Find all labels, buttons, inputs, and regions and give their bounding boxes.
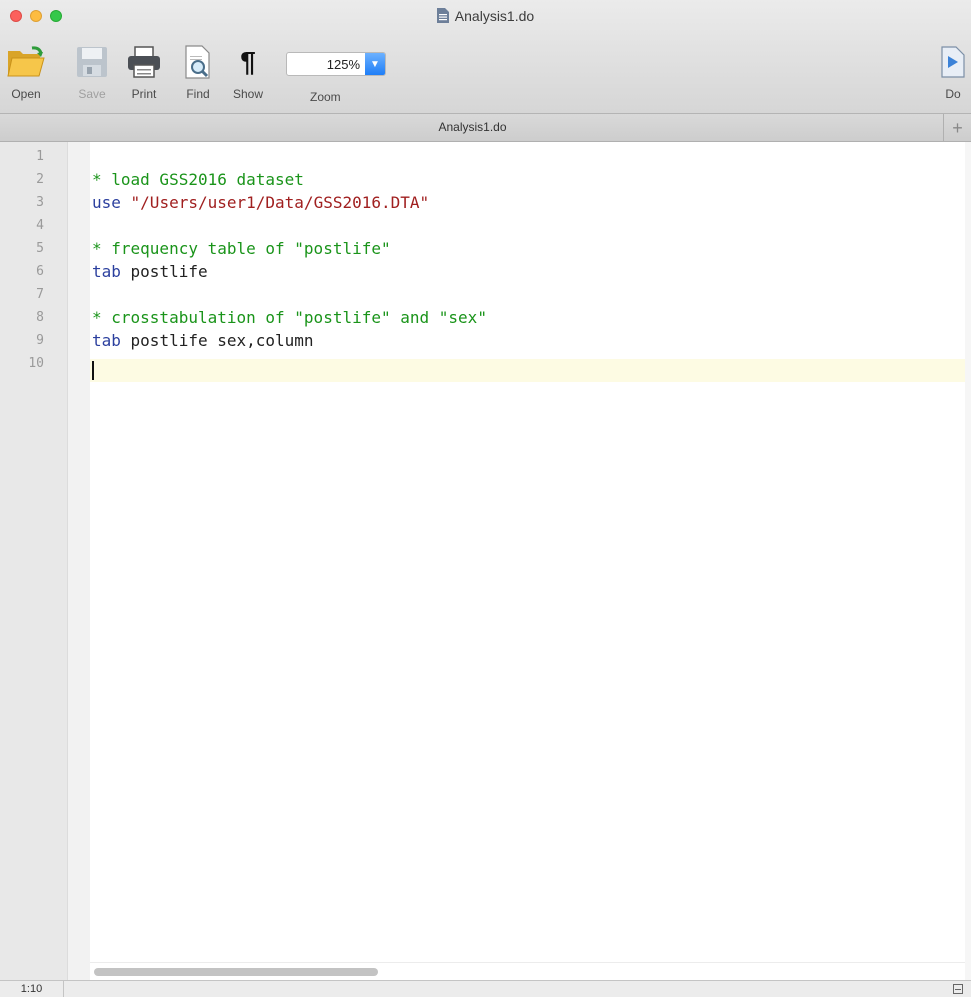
fold-margin: [68, 142, 90, 980]
split-view-icon[interactable]: [953, 984, 963, 994]
code-line-9[interactable]: tab postlife sex,column: [92, 330, 314, 351]
code-text: postlife sex,column: [120, 331, 314, 350]
line-number: 6: [36, 264, 44, 279]
open-label: Open: [11, 87, 41, 101]
line-number: 2: [36, 172, 44, 187]
show-button[interactable]: ¶ Show: [230, 38, 266, 102]
code-text: postlife: [120, 262, 208, 281]
status-bar: 1:10: [0, 980, 971, 997]
string-literal: "/Users/user1/Data/GSS2016.DTA": [120, 193, 430, 212]
line-number: 8: [36, 310, 44, 325]
open-folder-icon: [7, 46, 45, 77]
line-number: 10: [28, 356, 44, 371]
window-title: Analysis1.do: [0, 7, 971, 25]
vertical-scrollbar[interactable]: [965, 142, 971, 980]
zoom-label: Zoom: [310, 90, 341, 104]
current-line-highlight: [90, 359, 965, 382]
pilcrow-icon: ¶: [240, 46, 256, 77]
code-line-8[interactable]: * crosstabulation of "postlife" and "sex…: [92, 307, 487, 328]
find-magnifier-icon: [185, 45, 210, 79]
print-button[interactable]: Print: [124, 38, 164, 102]
cursor-position: 1:10: [0, 981, 64, 997]
keyword: tab: [92, 331, 121, 350]
document-icon: [436, 8, 449, 23]
printer-icon: [128, 46, 160, 78]
line-number: 5: [36, 241, 44, 256]
text-caret: [92, 361, 94, 380]
code-line-3[interactable]: use "/Users/user1/Data/GSS2016.DTA": [92, 192, 429, 213]
horizontal-scrollbar[interactable]: [90, 962, 965, 980]
do-label: Do: [945, 87, 961, 101]
do-button[interactable]: Do: [935, 38, 971, 102]
save-label: Save: [78, 87, 106, 101]
code-editor[interactable]: [90, 142, 965, 962]
line-number: 7: [36, 287, 44, 302]
zoom-select[interactable]: 125% ▼: [286, 52, 386, 76]
window-title-text: Analysis1.do: [454, 8, 535, 24]
execute-do-icon: [941, 46, 965, 78]
code-line-2[interactable]: * load GSS2016 dataset: [92, 169, 304, 190]
open-button[interactable]: Open: [4, 38, 48, 102]
zoom-value: 125%: [326, 56, 360, 72]
line-number: 1: [36, 149, 44, 164]
save-disk-icon: [77, 47, 107, 77]
document-tab-bar: Analysis1.do +: [0, 114, 971, 142]
line-number: 3: [36, 195, 44, 210]
line-number: 9: [36, 333, 44, 348]
find-label: Find: [186, 87, 210, 101]
line-number: 4: [36, 218, 44, 233]
keyword: tab: [92, 262, 121, 281]
title-toolbar-area: Analysis1.do Open Save Print Find ¶ Show…: [0, 0, 971, 114]
plus-icon: +: [952, 117, 963, 138]
chevron-down-icon: ▼: [365, 53, 385, 75]
stata-do-file-editor-window: Analysis1.do Open Save Print Find ¶ Show…: [0, 0, 971, 997]
code-line-6[interactable]: tab postlife: [92, 261, 208, 282]
horizontal-scroll-thumb[interactable]: [94, 968, 378, 976]
line-number-gutter: 1 2 3 4 5 6 7 8 9 10: [0, 142, 68, 980]
print-label: Print: [131, 87, 157, 101]
code-line-5[interactable]: * frequency table of "postlife": [92, 238, 391, 259]
find-button[interactable]: Find: [180, 38, 216, 102]
show-label: Show: [232, 87, 264, 101]
new-tab-button[interactable]: +: [943, 114, 971, 142]
keyword: use: [92, 193, 121, 212]
save-button[interactable]: Save: [72, 38, 112, 102]
tab-analysis1[interactable]: Analysis1.do: [0, 120, 945, 134]
